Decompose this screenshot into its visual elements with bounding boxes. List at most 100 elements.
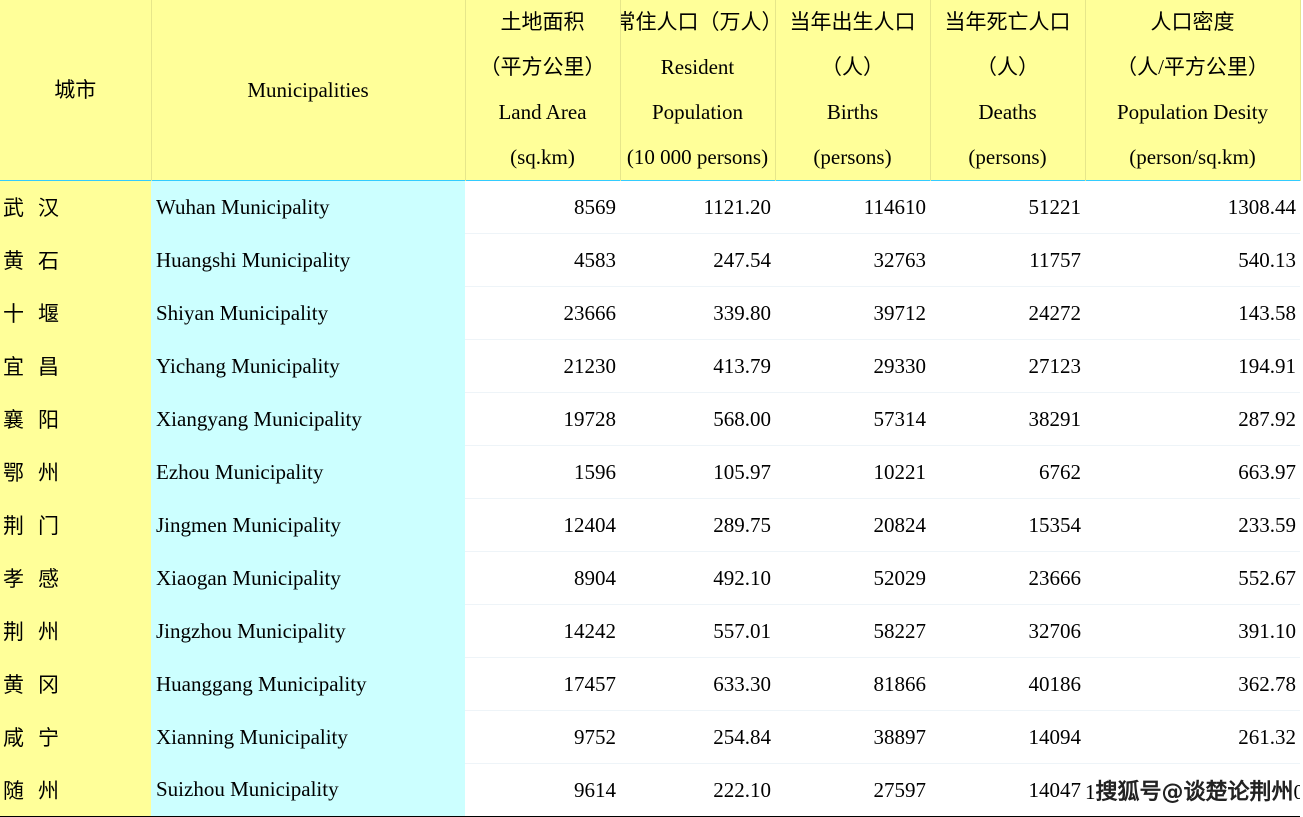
city-name-zh-cell: 孝感 — [0, 551, 151, 605]
header-row: 城市 Municipalities 土地面积 （平方公里） Land Area (sq… — [0, 0, 1301, 181]
header-city-zh: 城市 — [0, 0, 152, 181]
city-name-zh-cell: 荆门 — [0, 498, 151, 552]
city-name-en-cell: Yichang Municipality — [151, 339, 465, 393]
land-area-cell: 8904 — [465, 551, 620, 605]
land-area-cell: 17457 — [465, 657, 620, 711]
city-name-en-cell: Huanggang Municipality — [151, 657, 465, 711]
table-row: 孝感 Xiaogan Municipality 8904 492.10 52029 236… — [0, 551, 1300, 605]
resident-population-cell: 222.10 — [620, 763, 775, 817]
city-name-en-cell: Ezhou Municipality — [151, 445, 465, 499]
population-density-cell: 362.78 — [1085, 657, 1300, 711]
deaths-cell: 14047 — [930, 763, 1085, 817]
city-name-en-cell: Xianning Municipality — [151, 710, 465, 764]
table-row: 荆门 Jingmen Municipality 12404 289.75 20824 15… — [0, 498, 1300, 552]
header-population: 常住人口（万人） Resident Population (10 000 person… — [619, 0, 776, 181]
population-density-cell: 261.32 — [1085, 710, 1300, 764]
births-cell: 32763 — [775, 233, 930, 287]
city-name-zh-cell: 鄂州 — [0, 445, 151, 499]
land-area-cell: 4583 — [465, 233, 620, 287]
table-row: 襄阳 Xiangyang Municipality 19728 568.00 57314… — [0, 392, 1300, 446]
deaths-cell: 15354 — [930, 498, 1085, 552]
city-name-en-cell: Xiaogan Municipality — [151, 551, 465, 605]
table-row: 黄石 Huangshi Municipality 4583 247.54 32763 11… — [0, 233, 1300, 287]
header-births: 当年出生人口 （人） Births (persons) — [774, 0, 931, 181]
births-cell: 27597 — [775, 763, 930, 817]
births-cell: 52029 — [775, 551, 930, 605]
land-area-cell: 9752 — [465, 710, 620, 764]
table-row: 十堰 Shiyan Municipality 23666 339.80 39712 242… — [0, 286, 1300, 340]
deaths-cell: 40186 — [930, 657, 1085, 711]
deaths-cell: 24272 — [930, 286, 1085, 340]
table-row: 宜昌 Yichang Municipality 21230 413.79 29330 27… — [0, 339, 1300, 393]
deaths-cell: 27123 — [930, 339, 1085, 393]
city-name-en-cell: Jingmen Municipality — [151, 498, 465, 552]
resident-population-cell: 247.54 — [620, 233, 775, 287]
resident-population-cell: 1121.20 — [620, 180, 775, 234]
resident-population-cell: 633.30 — [620, 657, 775, 711]
header-land-area: 土地面积 （平方公里） Land Area (sq.km) — [465, 0, 621, 181]
resident-population-cell: 254.84 — [620, 710, 775, 764]
city-name-zh-cell: 咸宁 — [0, 710, 151, 764]
header-city-en: Municipalities — [151, 0, 466, 181]
deaths-cell: 23666 — [930, 551, 1085, 605]
population-density-cell: 552.67 — [1085, 551, 1300, 605]
city-name-zh-cell: 十堰 — [0, 286, 151, 340]
resident-population-cell: 413.79 — [620, 339, 775, 393]
table-row: 随州 Suizhou Municipality 9614 222.10 27597 140… — [0, 763, 1300, 817]
births-cell: 20824 — [775, 498, 930, 552]
deaths-cell: 51221 — [930, 180, 1085, 234]
births-cell: 81866 — [775, 657, 930, 711]
density-partial: 1 — [1085, 780, 1096, 804]
population-density-cell: 287.92 — [1085, 392, 1300, 446]
births-cell: 58227 — [775, 604, 930, 658]
city-name-en-cell: Shiyan Municipality — [151, 286, 465, 340]
land-area-cell: 19728 — [465, 392, 620, 446]
births-cell: 10221 — [775, 445, 930, 499]
population-density-cell: 233.59 — [1085, 498, 1300, 552]
population-density-cell: 194.91 — [1085, 339, 1300, 393]
table-row: 黄冈 Huanggang Municipality 17457 633.30 81866… — [0, 657, 1300, 711]
population-density-cell: 1308.44 — [1085, 180, 1300, 234]
births-cell: 114610 — [775, 180, 930, 234]
city-name-zh-cell: 黄冈 — [0, 657, 151, 711]
land-area-cell: 9614 — [465, 763, 620, 817]
watermark: 搜狐号@谈楚论荆州 — [1095, 780, 1294, 805]
land-area-cell: 8569 — [465, 180, 620, 234]
header-deaths: 当年死亡人口 （人） Deaths (persons) — [929, 0, 1086, 181]
city-name-zh-cell: 随州 — [0, 763, 151, 817]
city-name-zh-cell: 宜昌 — [0, 339, 151, 393]
city-name-en-cell: Jingzhou Municipality — [151, 604, 465, 658]
header-density: 人口密度 （人/平方公里） Population Desity (person/sq.… — [1085, 0, 1301, 181]
land-area-cell: 23666 — [465, 286, 620, 340]
resident-population-cell: 492.10 — [620, 551, 775, 605]
land-area-cell: 1596 — [465, 445, 620, 499]
deaths-cell: 14094 — [930, 710, 1085, 764]
city-name-en-cell: Wuhan Municipality — [151, 180, 465, 234]
resident-population-cell: 339.80 — [620, 286, 775, 340]
births-cell: 57314 — [775, 392, 930, 446]
population-density-cell: 540.13 — [1085, 233, 1300, 287]
density-partial: 02 — [1294, 780, 1300, 804]
table-row: 鄂州 Ezhou Municipality 1596 105.97 10221 6762 6… — [0, 445, 1300, 499]
population-density-cell: 1搜狐号@谈楚论荆州02 — [1085, 763, 1300, 817]
table-row: 武汉 Wuhan Municipality 8569 1121.20 114610 512… — [0, 180, 1300, 234]
deaths-cell: 6762 — [930, 445, 1085, 499]
city-name-zh-cell: 襄阳 — [0, 392, 151, 446]
land-area-cell: 14242 — [465, 604, 620, 658]
resident-population-cell: 568.00 — [620, 392, 775, 446]
deaths-cell: 11757 — [930, 233, 1085, 287]
city-name-en-cell: Suizhou Municipality — [151, 763, 465, 817]
city-name-zh-cell: 武汉 — [0, 180, 151, 234]
city-name-zh-cell: 荆州 — [0, 604, 151, 658]
births-cell: 39712 — [775, 286, 930, 340]
population-density-cell: 143.58 — [1085, 286, 1300, 340]
deaths-cell: 38291 — [930, 392, 1085, 446]
city-name-en-cell: Xiangyang Municipality — [151, 392, 465, 446]
population-table: 城市 Municipalities 土地面积 （平方公里） Land Area (sq… — [0, 0, 1301, 817]
births-cell: 29330 — [775, 339, 930, 393]
population-density-cell: 663.97 — [1085, 445, 1300, 499]
births-cell: 38897 — [775, 710, 930, 764]
resident-population-cell: 289.75 — [620, 498, 775, 552]
land-area-cell: 21230 — [465, 339, 620, 393]
city-name-en-cell: Huangshi Municipality — [151, 233, 465, 287]
